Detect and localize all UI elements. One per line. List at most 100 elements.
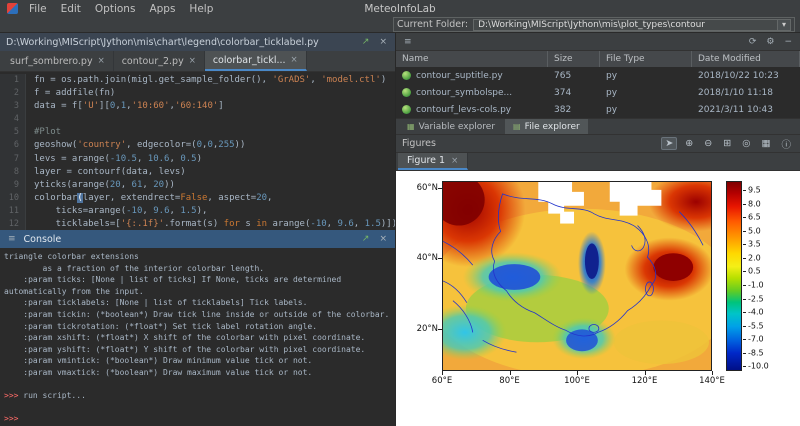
settings-icon[interactable]: ⚙ [764, 37, 776, 47]
line-number: 2 [0, 87, 26, 100]
code-text: data = f['U'][0,1,'10:60','60:140'] [26, 100, 224, 113]
y-tick-label: 60°N [404, 183, 438, 193]
code-token: , [121, 180, 132, 190]
file-size: 382 [548, 105, 600, 115]
menu-item-edit[interactable]: Edit [54, 2, 88, 16]
menu-item-apps[interactable]: Apps [142, 2, 182, 16]
console-output[interactable]: triangle colorbar extensions as a fracti… [0, 248, 395, 426]
colorbar-tick-mark [743, 204, 746, 205]
line-number: 6 [0, 139, 26, 152]
table-row[interactable]: contour_suptitle.py765py2018/10/22 10:23 [396, 67, 800, 84]
pan-icon[interactable]: ⊞ [720, 138, 734, 149]
current-folder-group: Current Folder: D:\Working\MIScript\Jyth… [393, 17, 795, 32]
close-icon[interactable]: × [291, 55, 298, 65]
console-line: automatically from the input. [4, 286, 391, 298]
line-number: 7 [0, 153, 26, 166]
chevron-down-icon[interactable]: ▾ [777, 20, 790, 30]
close-icon[interactable]: × [189, 56, 196, 66]
menu-item-options[interactable]: Options [88, 2, 143, 16]
info-icon[interactable]: ⓘ [778, 137, 794, 151]
figure-canvas[interactable]: 60°E80°E100°E120°E140°E20°N40°N60°N9.58.… [396, 171, 800, 426]
console-text: :param tickrotation: (*float*) Set tick … [4, 322, 317, 331]
tab-variable-explorer[interactable]: ▦Variable explorer [399, 119, 503, 134]
colorbar-tick-mark [743, 285, 746, 286]
column-header-name[interactable]: Name [396, 51, 548, 67]
editor-tab[interactable]: contour_2.py× [114, 51, 205, 71]
code-token: -10 [126, 206, 142, 216]
line-number: 5 [0, 126, 26, 139]
code-text: ticks=arange(-10, 9.6, 1.5), [26, 205, 207, 218]
colorbar-tick-mark [743, 231, 746, 232]
select-arrow-icon[interactable]: ➤ [661, 137, 677, 150]
menu-item-help[interactable]: Help [182, 2, 220, 16]
code-token: 9.6 [153, 206, 169, 216]
float-window-icon[interactable]: ↗ [360, 37, 372, 47]
tab-figure-1[interactable]: Figure 1 × [398, 153, 468, 170]
code-token: f = addfile(fn) [34, 88, 115, 98]
colorbar-tick-mark [743, 326, 746, 327]
console-line: :param yshift: (*float*) Y shift of the … [4, 344, 391, 356]
editor-tab[interactable]: surf_sombrero.py× [2, 51, 114, 71]
line-number: 8 [0, 166, 26, 179]
console-text: :param ticks: [None | list of ticks] If … [4, 275, 341, 284]
x-tick-label: 60°E [432, 376, 452, 386]
close-icon[interactable]: × [451, 156, 458, 166]
console-text: run script... [23, 391, 86, 400]
menu-item-file[interactable]: File [22, 2, 54, 16]
refresh-icon[interactable]: ⟳ [747, 37, 759, 47]
code-token: ticklabels=[ [34, 219, 121, 229]
current-folder-combobox[interactable]: D:\Working\MIScript\Jython\mis\plot_type… [473, 19, 791, 31]
py-file-icon [402, 71, 411, 80]
console-text: :param vmintick: (*boolean*) Draw minimu… [4, 356, 312, 365]
colorbar-tick-label: 6.5 [748, 213, 761, 222]
colorbar-tick-label: -2.5 [748, 294, 764, 303]
explorer-column: ≡ ⟳ ⚙ − NameSizeFile TypeDate Modified c… [396, 33, 800, 426]
editor-tab[interactable]: colorbar_tickl...× [205, 51, 307, 71]
float-window-icon[interactable]: ↗ [360, 234, 372, 244]
y-tick-label: 20°N [404, 324, 438, 334]
table-row[interactable]: contourf_levs-cols.py382py2021/3/11 10:4… [396, 101, 800, 118]
x-tick-label: 80°E [499, 376, 519, 386]
close-icon[interactable]: × [377, 234, 389, 244]
table-row[interactable]: contour_symbolspe...374py2018/1/10 11:18 [396, 84, 800, 101]
minimize-icon[interactable]: − [782, 37, 794, 47]
console-text: as a fraction of the interior colorbar l… [4, 264, 264, 273]
close-icon[interactable]: × [98, 56, 105, 66]
code-token: , [137, 154, 148, 164]
zoom-in-icon[interactable]: ⊕ [682, 138, 696, 149]
code-line: 11 ticks=arange(-10, 9.6, 1.5), [0, 205, 395, 218]
colorbar-tick-mark [743, 190, 746, 191]
full-extent-icon[interactable]: ◎ [739, 138, 753, 149]
column-header-size[interactable]: Size [548, 51, 600, 67]
column-header-date-modified[interactable]: Date Modified [692, 51, 800, 67]
code-token: )) [235, 140, 246, 150]
zoom-out-icon[interactable]: ⊖ [701, 138, 715, 149]
code-text: layer = contourf(data, levs) [26, 166, 186, 179]
colorbar-tick-label: 3.5 [748, 240, 761, 249]
colorbar-tick-label: 8.0 [748, 199, 761, 208]
tab-label: File explorer [525, 122, 580, 132]
line-number: 12 [0, 218, 26, 230]
file-name-cell: contour_symbolspe... [396, 88, 548, 98]
column-header-file-type[interactable]: File Type [600, 51, 692, 67]
file-type: py [600, 105, 692, 115]
close-icon[interactable]: × [377, 37, 389, 47]
code-token: 20 [256, 193, 267, 203]
tab-file-explorer[interactable]: ▤File explorer [505, 119, 588, 134]
code-token: , [327, 219, 338, 229]
code-token: 'U' [83, 101, 99, 111]
code-token: ] [218, 101, 223, 111]
code-text: yticks(arange(20, 61, 20)) [26, 179, 175, 192]
save-icon[interactable]: ▦ [759, 138, 774, 149]
console-line [4, 402, 391, 414]
code-line: 8layer = contourf(data, levs) [0, 166, 395, 179]
colorbar-tick-mark [743, 299, 746, 300]
code-token: 255 [218, 140, 234, 150]
code-token: ) [197, 154, 202, 164]
code-token: 1.5 [365, 219, 381, 229]
y-tick-label: 40°N [404, 253, 438, 263]
x-tick-mark [442, 371, 443, 375]
y-tick-mark [438, 258, 442, 259]
contour-map[interactable] [442, 181, 712, 371]
code-area[interactable]: 1fn = os.path.join(migl.get_sample_folde… [0, 72, 395, 230]
